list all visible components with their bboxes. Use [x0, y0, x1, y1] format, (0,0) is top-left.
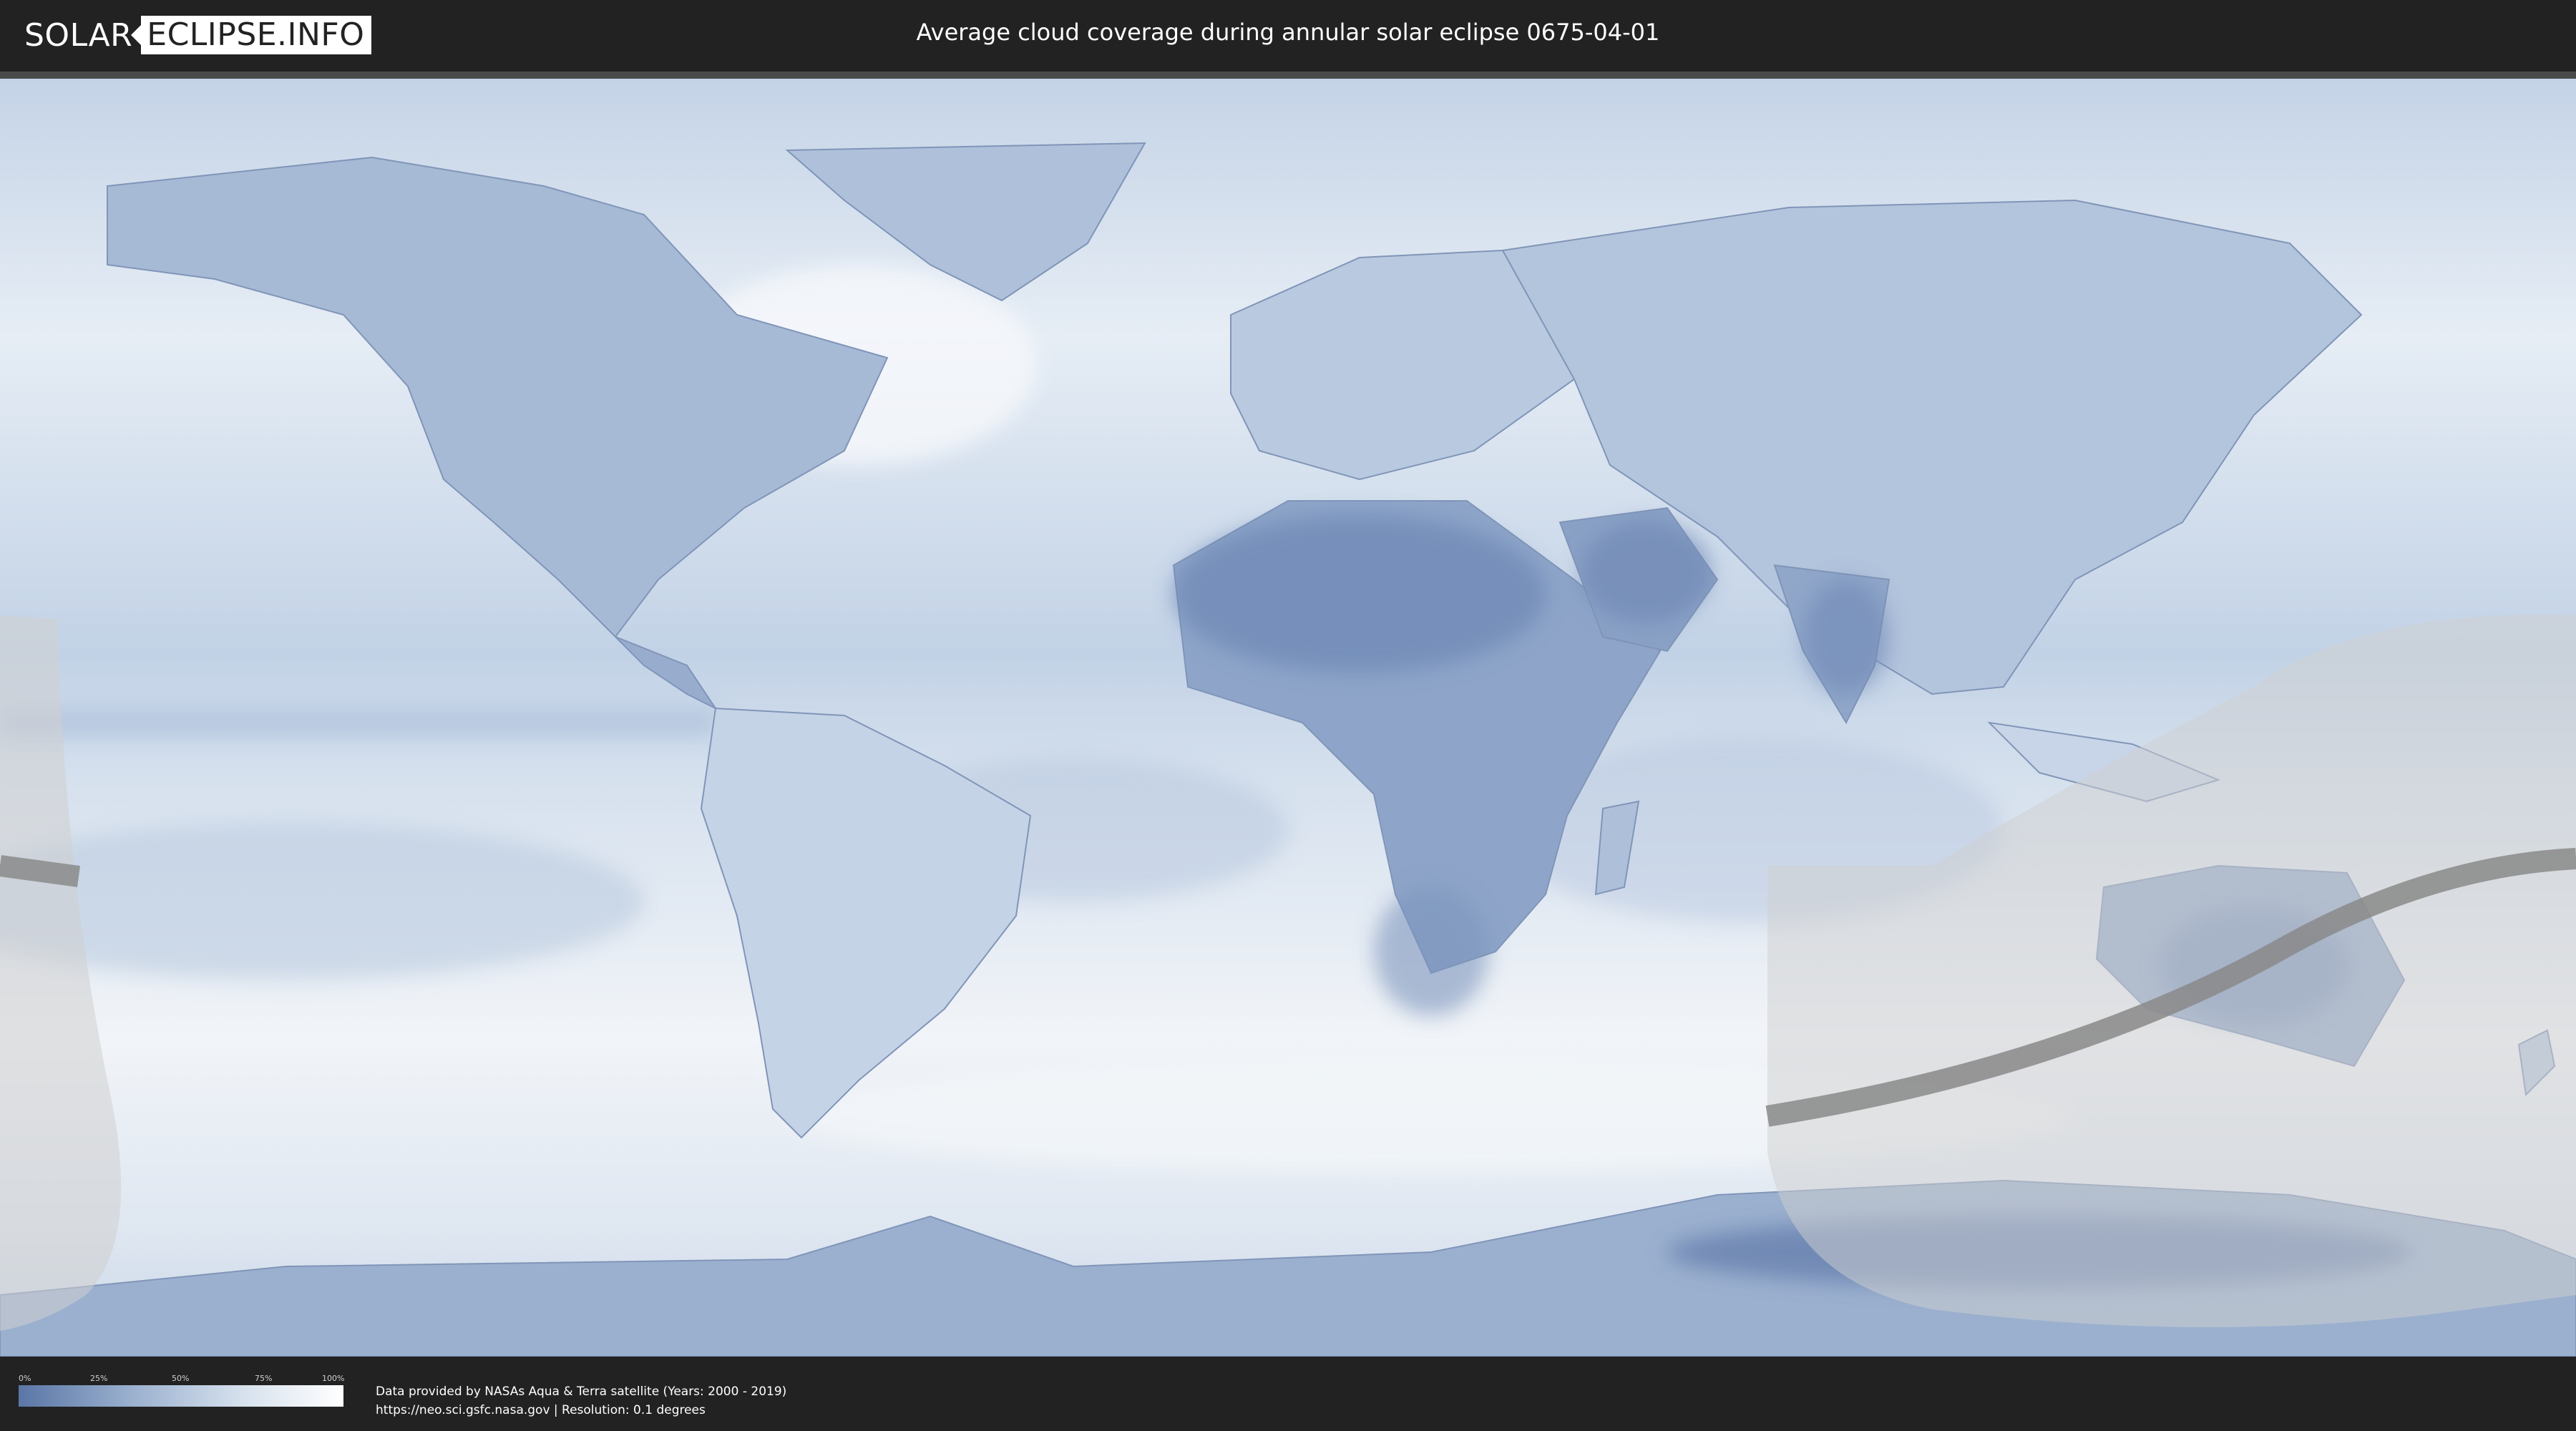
eclipse-central-path-west — [0, 855, 81, 887]
cloud-coverage-map[interactable] — [0, 79, 2576, 1357]
legend-tick-25: 25% — [90, 1374, 108, 1383]
world-map-svg — [0, 79, 2576, 1357]
legend-tick-50: 50% — [172, 1374, 190, 1383]
data-source-text: Data provided by NASAs Aqua & Terra sate… — [376, 1384, 787, 1399]
legend-tick-0: 0% — [19, 1374, 31, 1383]
page-title: Average cloud coverage during annular so… — [916, 19, 1660, 46]
cloud-coverage-legend: 0% 25% 50% 75% 100% — [19, 1374, 345, 1407]
legend-tick-75: 75% — [255, 1374, 273, 1383]
data-credits: Data provided by NASAs Aqua & Terra sate… — [376, 1382, 786, 1420]
legend-gradient-bar — [19, 1385, 343, 1407]
footer-bar: 0% 25% 50% 75% 100% Data provided by NAS… — [0, 1357, 2576, 1431]
data-url-text: https://neo.sci.gsfc.nasa.gov | Resoluti… — [376, 1403, 706, 1417]
legend-ticks: 0% 25% 50% 75% 100% — [19, 1374, 345, 1385]
header-divider — [0, 72, 2576, 79]
legend-tick-100: 100% — [322, 1374, 345, 1383]
header-bar: SOLAR ECLIPSE.INFO Average cloud coverag… — [0, 0, 2576, 72]
